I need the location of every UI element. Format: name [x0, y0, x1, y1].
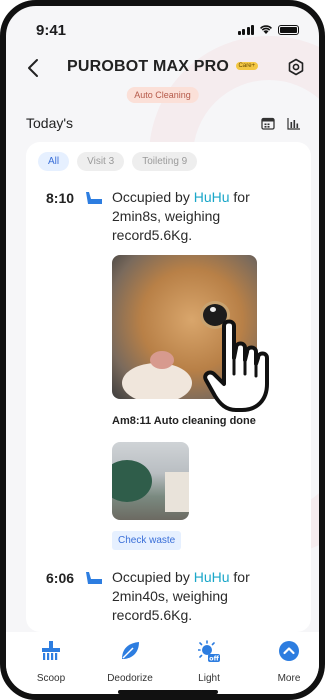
scoop-icon	[42, 641, 60, 660]
title-wrap: PUROBOT MAX PRO Care+	[6, 58, 319, 76]
care-plus-badge: Care+	[235, 62, 259, 70]
pet-name[interactable]: HuHu	[194, 189, 230, 205]
activity-card: All Visit 3 Toileting 9 8:10 Occupied by…	[26, 142, 311, 632]
wifi-icon	[260, 25, 272, 34]
battery-icon	[278, 25, 299, 35]
entry-time: 8:10	[46, 190, 75, 206]
filter-visit[interactable]: Visit 3	[77, 152, 125, 171]
nav-light[interactable]: off Light	[174, 640, 244, 684]
nav-label: Light	[198, 673, 220, 684]
calendar-icon[interactable]	[261, 117, 275, 130]
home-indicator[interactable]	[118, 690, 218, 694]
cat-eye-glint	[210, 307, 216, 312]
litter-box-icon	[86, 192, 102, 204]
entry-text-prefix: Occupied by	[112, 569, 194, 585]
entry-text-prefix: Occupied by	[112, 189, 194, 205]
nav-label: Deodorize	[107, 673, 153, 684]
tap-hand-icon	[203, 319, 269, 412]
entry-description: Occupied by HuHu for 2min40s, weighing r…	[112, 568, 272, 625]
nav-label: Scoop	[36, 673, 66, 684]
auto-cleaning-note: Am8:11 Auto cleaning done	[112, 415, 256, 427]
phone-frame: 9:41 PUROBOT MAX PRO Care+ Auto Cleaning…	[0, 0, 325, 700]
nav-scoop[interactable]: Scoop	[16, 640, 86, 684]
pet-name[interactable]: HuHu	[194, 569, 230, 585]
cat-nose	[150, 351, 174, 369]
entry-description: Occupied by HuHu for 2min8s, weighing re…	[112, 188, 272, 245]
leaf-icon	[122, 642, 139, 659]
light-off-icon: off	[197, 640, 220, 663]
section-row: Today's	[6, 111, 319, 137]
waste-photo[interactable]	[112, 442, 189, 520]
nav-label: More	[277, 673, 301, 684]
waste-photo-tile	[165, 472, 189, 512]
filter-toileting[interactable]: Toileting 9	[132, 152, 198, 171]
litter-box-icon	[86, 572, 102, 584]
entry-time: 6:06	[46, 570, 75, 586]
signal-icon	[237, 24, 254, 35]
section-title: Today's	[26, 115, 74, 131]
svg-text:off: off	[209, 655, 219, 663]
settings-button[interactable]	[287, 58, 305, 76]
nav-deodorize[interactable]: Deodorize	[95, 640, 165, 684]
page-title: PUROBOT MAX PRO	[66, 58, 230, 75]
status-bar: 9:41	[6, 6, 319, 48]
header: PUROBOT MAX PRO Care+ Auto Cleaning	[6, 48, 319, 106]
filter-chips: All Visit 3 Toileting 9	[38, 152, 198, 171]
check-waste-button[interactable]: Check waste	[112, 531, 182, 550]
status-time: 9:41	[36, 22, 67, 39]
mode-badge: Auto Cleaning	[126, 87, 199, 103]
gear-icon	[288, 58, 304, 76]
bar-chart-icon[interactable]	[287, 117, 301, 130]
status-icons	[237, 24, 299, 35]
bottom-nav: Scoop Deodorize off Light More	[6, 632, 319, 694]
nav-more[interactable]: More	[254, 640, 319, 684]
waste-photo-dome	[112, 460, 152, 502]
chevron-up-circle-icon	[279, 641, 299, 661]
filter-all[interactable]: All	[38, 152, 70, 171]
